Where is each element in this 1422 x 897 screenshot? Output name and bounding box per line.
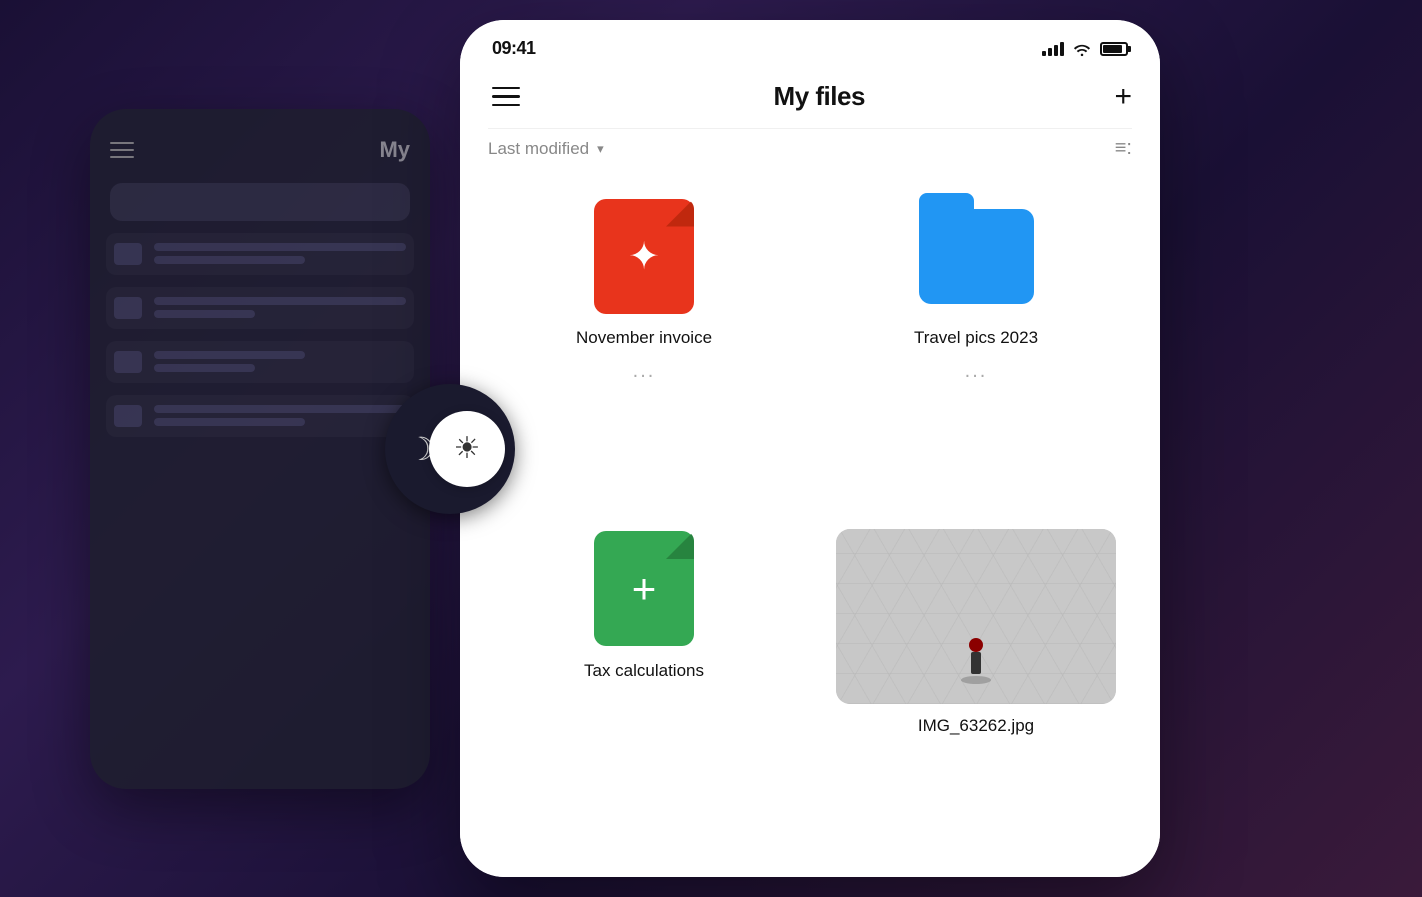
signal-bar-2 (1048, 48, 1052, 56)
app-title: My files (774, 81, 865, 112)
theme-toggle[interactable]: ☽ ☀ (380, 379, 520, 519)
file-item-travel-pics[interactable]: Travel pics 2023 ... (820, 196, 1132, 505)
battery-icon (1100, 42, 1128, 56)
pdf-icon-container: ✦ (584, 196, 704, 316)
file-name-travel-pics: Travel pics 2023 (914, 328, 1038, 348)
signal-bar-3 (1054, 45, 1058, 56)
person-figure (961, 638, 991, 684)
sheet-icon: + (594, 531, 694, 646)
dark-list-item (106, 395, 414, 437)
dark-list-item (106, 233, 414, 275)
signal-icon (1042, 42, 1064, 56)
dark-line (154, 405, 406, 413)
dark-phone: My (90, 109, 430, 789)
file-item-tax-calculations[interactable]: + Tax calculations (488, 529, 800, 858)
dark-text-lines (154, 405, 406, 426)
file-name-img-63262: IMG_63262.jpg (918, 716, 1034, 736)
pdf-symbol: ✦ (628, 234, 660, 279)
dark-list-item (106, 287, 414, 329)
dark-text-lines (154, 297, 406, 318)
dark-line-short (154, 256, 305, 264)
dark-folder-icon (114, 405, 142, 427)
hamburger-line-1 (492, 87, 520, 90)
dark-list-item (106, 341, 414, 383)
sheet-icon-container: + (584, 529, 704, 649)
light-phone: 09:41 My files + (460, 20, 1160, 877)
dark-line-xshort (154, 310, 255, 318)
status-icons (1042, 41, 1128, 57)
dark-search-bar (110, 183, 410, 221)
file-item-img-63262[interactable]: IMG_63262.jpg (820, 529, 1132, 858)
pdf-icon: ✦ (594, 199, 694, 314)
dark-phone-header: My (106, 129, 414, 171)
dark-hamburger-icon (110, 142, 134, 158)
dark-text-lines (154, 351, 406, 372)
image-thumbnail (836, 529, 1116, 704)
app-header: My files + (460, 69, 1160, 128)
file-name-november-invoice: November invoice (576, 328, 712, 348)
view-toggle-button[interactable]: ≡: (1115, 137, 1132, 160)
files-grid: ✦ November invoice ... Travel pics 2023 … (460, 176, 1160, 877)
battery-fill (1103, 45, 1122, 53)
dark-line (154, 243, 406, 251)
person-shadow (961, 676, 991, 684)
wifi-icon (1072, 41, 1092, 57)
dark-line (154, 351, 305, 359)
signal-bar-1 (1042, 51, 1046, 56)
file-menu-november-invoice[interactable]: ... (633, 360, 656, 383)
person-head (969, 638, 983, 652)
dark-folder-icon (114, 297, 142, 319)
status-bar: 09:41 (460, 20, 1160, 69)
sort-label: Last modified (488, 139, 589, 159)
dark-text-lines (154, 243, 406, 264)
hamburger-line-2 (492, 95, 520, 98)
sun-icon: ☀ (454, 431, 481, 466)
file-name-tax-calculations: Tax calculations (584, 661, 704, 681)
file-item-november-invoice[interactable]: ✦ November invoice ... (488, 196, 800, 505)
add-button[interactable]: + (1114, 82, 1132, 112)
person-body (971, 652, 981, 674)
plus-symbol: + (632, 568, 657, 610)
file-menu-travel-pics[interactable]: ... (965, 360, 988, 383)
sun-circle[interactable]: ☀ (429, 411, 505, 487)
chevron-down-icon: ▾ (597, 141, 604, 157)
signal-bar-4 (1060, 42, 1064, 56)
folder-icon (919, 209, 1034, 304)
dark-line (154, 297, 406, 305)
sort-bar: Last modified ▾ ≡: (460, 129, 1160, 176)
sort-selector[interactable]: Last modified ▾ (488, 139, 604, 159)
dark-phone-title: My (379, 137, 410, 163)
dark-folder-icon (114, 351, 142, 373)
dark-folder-icon (114, 243, 142, 265)
hamburger-button[interactable] (488, 83, 524, 111)
status-time: 09:41 (492, 38, 536, 59)
folder-icon-container (916, 196, 1036, 316)
hamburger-line-3 (492, 104, 520, 107)
toggle-track[interactable]: ☽ ☀ (385, 384, 515, 514)
dark-line-short (154, 418, 305, 426)
dark-line-xshort (154, 364, 255, 372)
